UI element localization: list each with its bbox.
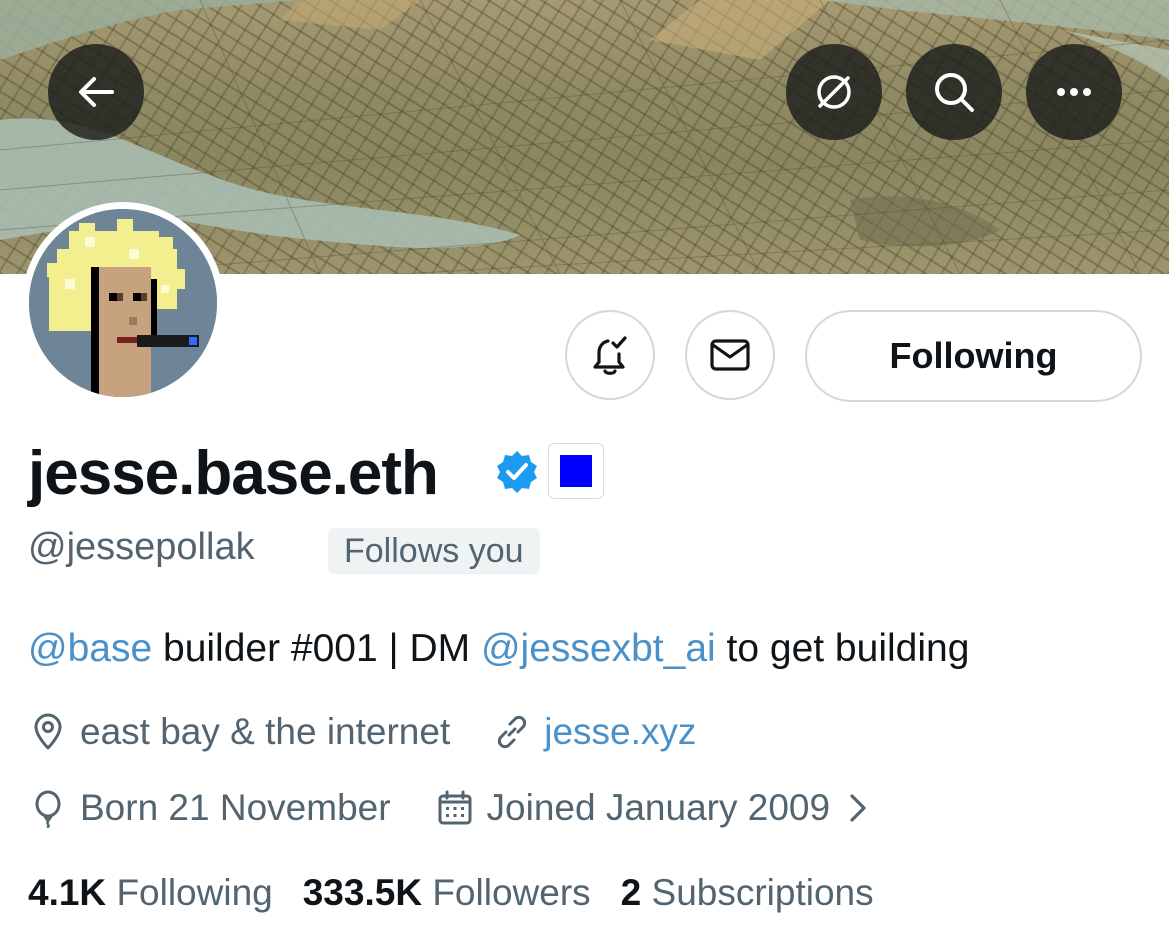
envelope-icon [710, 339, 750, 371]
calendar-icon [438, 790, 472, 825]
more-button[interactable] [1026, 44, 1122, 140]
profile-stats: 4.1K Following 333.5K Followers 2 Subscr… [28, 868, 904, 918]
bell-check-icon [593, 336, 627, 375]
subscriptions-stat[interactable]: 2 Subscriptions [621, 868, 874, 918]
notifications-button[interactable] [565, 310, 655, 400]
meta-row-location: east bay & the internet jesse.xyz [28, 708, 696, 756]
website[interactable]: jesse.xyz [492, 708, 696, 756]
chevron-right-icon [850, 794, 866, 822]
balloon-icon [35, 790, 61, 828]
affiliate-badge[interactable] [548, 443, 604, 499]
avatar-image [29, 209, 217, 397]
joined-text: Joined January 2009 [486, 787, 831, 828]
meta-row-dates: Born 21 November Joined January 2009 [28, 784, 884, 832]
location: east bay & the internet [28, 708, 450, 756]
bio-mention-base[interactable]: @base [28, 627, 152, 670]
bio-text: builder #001 | DM [152, 627, 481, 670]
following-label: Following [116, 872, 273, 913]
following-count: 4.1K [28, 872, 107, 913]
arrow-left-icon [79, 77, 114, 107]
followers-stat[interactable]: 333.5K Followers [303, 868, 591, 918]
followers-label: Followers [432, 872, 591, 913]
subscriptions-label: Subscriptions [651, 872, 874, 913]
bio-mention-jessexbt[interactable]: @jessexbt_ai [481, 627, 716, 670]
stealth-icon [817, 75, 851, 109]
pixel-punk-avatar [29, 209, 217, 397]
display-name: jesse.base.eth [28, 439, 439, 508]
search-icon [935, 73, 974, 112]
birthday-text: Born 21 November [80, 787, 391, 828]
more-icon [1057, 88, 1091, 96]
bio-text-end: to get building [715, 627, 970, 670]
message-button[interactable] [685, 310, 775, 400]
handle: @jessepollak [28, 526, 255, 568]
subscriptions-count: 2 [620, 872, 642, 913]
location-pin-icon [34, 713, 62, 750]
back-button[interactable] [48, 44, 144, 140]
verified-icon[interactable] [493, 448, 541, 496]
stealth-button[interactable] [786, 44, 882, 140]
link-icon [498, 715, 527, 749]
birthday: Born 21 November [28, 784, 391, 832]
affiliate-badge-square [560, 455, 592, 487]
location-text: east bay & the internet [80, 711, 451, 752]
following-stat[interactable]: 4.1K Following [28, 868, 273, 918]
bio: @base builder #001 | DM @jessexbt_ai to … [28, 622, 969, 676]
follows-you-badge: Follows you [328, 528, 540, 574]
followers-count: 333.5K [302, 872, 423, 913]
joined[interactable]: Joined January 2009 [435, 784, 885, 832]
avatar[interactable] [22, 202, 224, 404]
following-button[interactable]: Following [805, 310, 1142, 402]
search-button[interactable] [906, 44, 1002, 140]
website-link[interactable]: jesse.xyz [544, 708, 696, 756]
